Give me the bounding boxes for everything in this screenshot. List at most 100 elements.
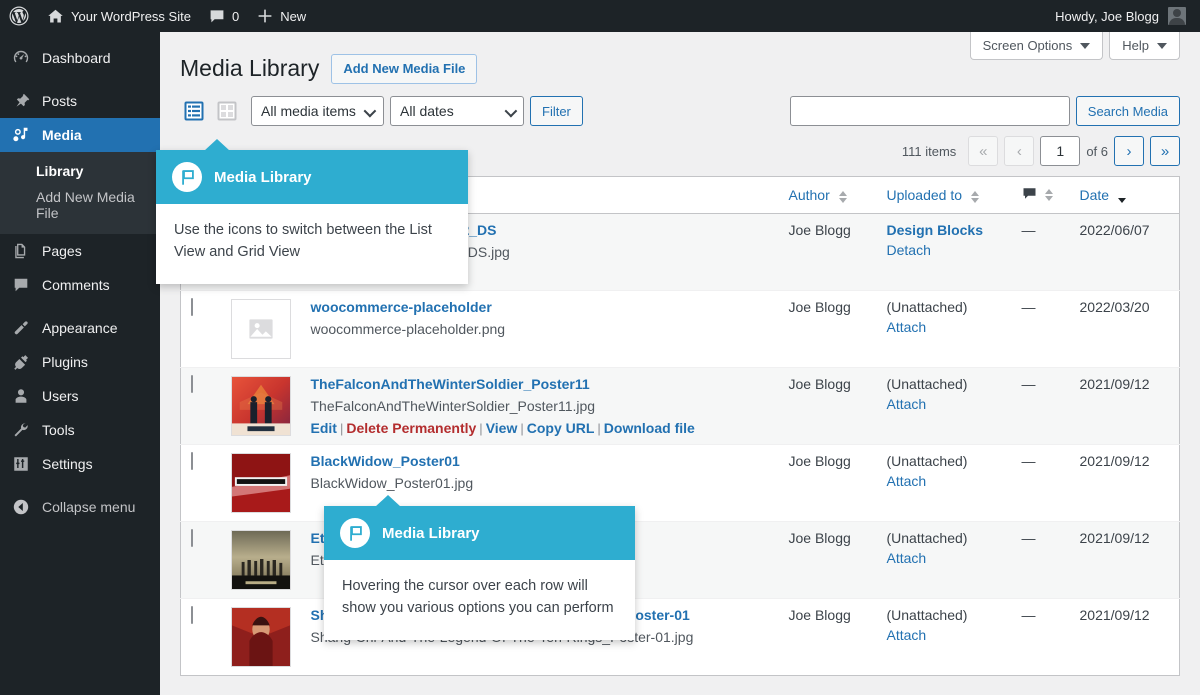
site-name-menu[interactable]: Your WordPress Site: [38, 0, 200, 32]
row-action-view[interactable]: View: [486, 420, 518, 436]
sidebar-item-plugins[interactable]: Plugins: [0, 345, 160, 379]
column-header-date[interactable]: Date: [1069, 176, 1180, 215]
total-pages-label: of 6: [1086, 143, 1108, 159]
sidebar-item-comments[interactable]: Comments: [0, 268, 160, 302]
grid-view-icon[interactable]: [213, 97, 241, 125]
main-content: Screen Options Help Media Library Add Ne…: [160, 32, 1200, 695]
row-checkbox[interactable]: [191, 452, 193, 471]
search-media-button[interactable]: Search Media: [1075, 96, 1180, 127]
sort-arrows-icon: [970, 190, 979, 203]
column-label-author: Author: [788, 187, 830, 204]
sidebar-item-settings[interactable]: Settings: [0, 447, 160, 481]
collapse-menu-label: Collapse menu: [42, 499, 136, 515]
row-comments-cell: —: [1011, 444, 1070, 522]
current-page-input[interactable]: 1: [1040, 136, 1081, 167]
media-type-filter-select[interactable]: All media items: [251, 96, 384, 127]
media-icon: [11, 125, 31, 145]
pin-icon: [11, 91, 31, 111]
row-date-cell: 2021/09/12: [1069, 444, 1180, 522]
row-title-link[interactable]: woocommerce-placeholder: [311, 299, 492, 315]
comments-menu[interactable]: 0: [200, 0, 248, 32]
column-header-comments[interactable]: [1011, 176, 1070, 215]
pointer-tooltip-row-actions: Media Library Hovering the cursor over e…: [324, 495, 635, 640]
chevron-down-icon: [1157, 42, 1167, 49]
row-author-link[interactable]: Joe Blogg: [789, 299, 851, 315]
list-view-icon[interactable]: [180, 97, 208, 125]
row-action-download-file[interactable]: Download file: [604, 420, 695, 436]
admin-sidebar: Dashboard Posts Media Library Add New Me…: [0, 32, 168, 695]
sidebar-item-users[interactable]: Users: [0, 379, 160, 413]
row-checkbox[interactable]: [191, 606, 193, 625]
row-attach-link[interactable]: Attach: [887, 319, 1002, 335]
sidebar-item-posts[interactable]: Posts: [0, 84, 160, 118]
row-action-edit[interactable]: Edit: [311, 420, 337, 436]
row-action-delete-permanently[interactable]: Delete Permanently: [346, 420, 476, 436]
sidebar-item-appearance[interactable]: Appearance: [0, 311, 160, 345]
add-new-media-file-button[interactable]: Add New Media File: [331, 54, 478, 85]
row-checkbox[interactable]: [191, 375, 193, 394]
row-attach-link[interactable]: Attach: [887, 396, 1002, 412]
filter-button[interactable]: Filter: [530, 96, 583, 127]
new-content-menu[interactable]: New: [248, 0, 315, 32]
date-filter-select[interactable]: All dates: [390, 96, 524, 127]
column-header-author[interactable]: Author: [778, 176, 877, 215]
sidebar-item-label: Tools: [42, 422, 75, 438]
row-parent-cell: (Unattached) Attach: [876, 444, 1012, 522]
image-placeholder-icon[interactable]: [230, 299, 291, 360]
row-attach-link[interactable]: Attach: [887, 627, 1002, 643]
screen-options-button[interactable]: Screen Options: [969, 32, 1104, 60]
row-author-link[interactable]: Joe Blogg: [789, 530, 851, 546]
row-title-link[interactable]: BlackWidow_Poster01: [311, 453, 460, 469]
row-parent-cell: (Unattached) Attach: [876, 598, 1012, 676]
falcon-winter-soldier-poster[interactable]: [230, 376, 291, 437]
table-row[interactable]: woocommerce-placeholder woocommerce-plac…: [180, 290, 1180, 368]
sidebar-subitem-add-new-media-file[interactable]: Add New Media File: [0, 184, 160, 226]
table-row[interactable]: TheFalconAndTheWinterSoldier_Poster11 Th…: [180, 367, 1180, 445]
row-parent-unattached: (Unattached): [886, 453, 968, 470]
avatar: [1168, 7, 1186, 25]
sort-arrows-icon: [1117, 191, 1126, 203]
sidebar-item-dashboard[interactable]: Dashboard: [0, 41, 160, 75]
eternals-poster[interactable]: [230, 530, 291, 591]
row-parent-cell: (Unattached) Attach: [876, 290, 1012, 368]
sidebar-item-tools[interactable]: Tools: [0, 413, 160, 447]
row-title-link[interactable]: TheFalconAndTheWinterSoldier_Poster11: [311, 376, 590, 392]
row-author-link[interactable]: Joe Blogg: [789, 222, 851, 238]
sidebar-item-media[interactable]: Media: [0, 118, 168, 152]
sidebar-item-label: Plugins: [42, 354, 88, 370]
row-checkbox-cell[interactable]: [180, 444, 221, 522]
row-checkbox-cell[interactable]: [180, 367, 221, 445]
row-attach-link[interactable]: Attach: [887, 473, 1002, 489]
row-checkbox[interactable]: [191, 529, 193, 548]
last-page-button[interactable]: »: [1150, 136, 1180, 167]
account-menu[interactable]: Howdy, Joe Blogg: [1046, 0, 1200, 32]
row-detach-link[interactable]: Detach: [887, 242, 1002, 258]
sidebar-item-pages[interactable]: Pages: [0, 234, 160, 268]
sidebar-subitem-library[interactable]: Library: [0, 158, 160, 184]
next-page-button[interactable]: ›: [1114, 136, 1144, 167]
media-type-filter-value: All media items: [261, 103, 356, 120]
collapse-menu-button[interactable]: Collapse menu: [0, 490, 160, 524]
row-action-copy-url[interactable]: Copy URL: [527, 420, 595, 436]
prev-page-button[interactable]: ‹: [1004, 136, 1035, 167]
row-attach-link[interactable]: Attach: [887, 550, 1002, 566]
help-button[interactable]: Help: [1109, 32, 1180, 60]
column-header-uploaded-to[interactable]: Uploaded to: [876, 176, 1012, 215]
row-checkbox-cell[interactable]: [180, 521, 221, 599]
row-author-cell: Joe Blogg: [778, 290, 877, 368]
row-author-link[interactable]: Joe Blogg: [789, 453, 851, 469]
black-widow-poster[interactable]: [230, 453, 291, 514]
row-title-cell: TheFalconAndTheWinterSoldier_Poster11 Th…: [300, 367, 779, 445]
settings-sliders-icon: [11, 454, 31, 474]
row-author-link[interactable]: Joe Blogg: [789, 376, 851, 392]
search-input[interactable]: [789, 96, 1070, 127]
row-date-cell: 2022/06/07: [1069, 213, 1180, 291]
row-checkbox-cell[interactable]: [180, 598, 221, 676]
row-author-link[interactable]: Joe Blogg: [789, 607, 851, 623]
shang-chi-poster[interactable]: [230, 607, 291, 668]
wordpress-logo-menu[interactable]: [0, 0, 38, 32]
first-page-button[interactable]: «: [968, 136, 999, 167]
row-parent-link[interactable]: Design Blocks: [887, 222, 983, 238]
row-checkbox[interactable]: [191, 298, 193, 317]
row-checkbox-cell[interactable]: [180, 290, 221, 368]
